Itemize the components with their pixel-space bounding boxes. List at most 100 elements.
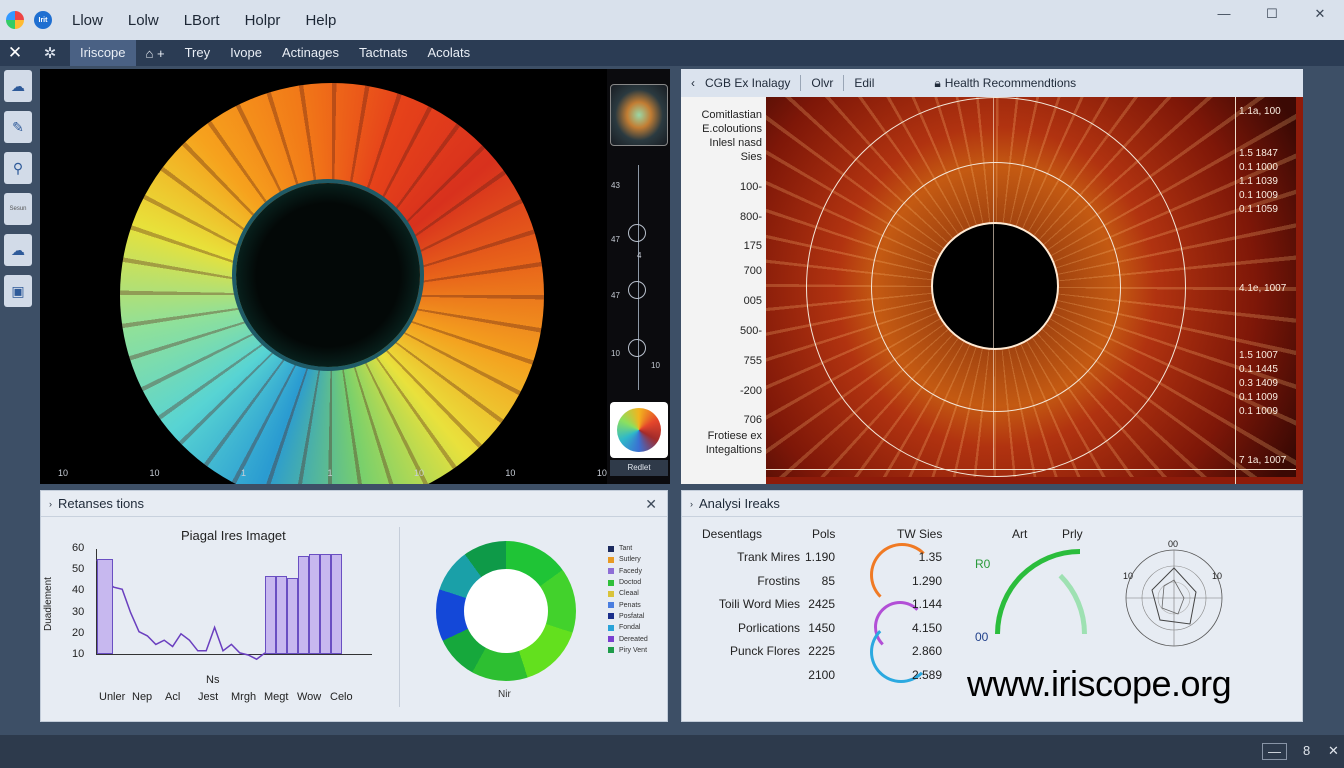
row-value: 1.190 bbox=[804, 550, 835, 564]
row-label: Toili Word Mies bbox=[718, 597, 800, 611]
chart-plot-area bbox=[96, 549, 372, 661]
health-recommendations-link[interactable]: Health Recommendtions bbox=[945, 76, 1076, 90]
y-tick-label: 20 bbox=[72, 626, 85, 639]
bar[interactable] bbox=[287, 577, 298, 654]
menu-item[interactable]: Lolw bbox=[128, 12, 159, 29]
row-value: 4.150 bbox=[911, 620, 942, 635]
legend-item: Penats bbox=[608, 599, 648, 610]
row-value: 2.589 bbox=[911, 667, 942, 682]
row-value: 1.35 bbox=[918, 550, 942, 564]
row-value: 85 bbox=[821, 573, 835, 588]
eye-thumbnail[interactable] bbox=[610, 84, 668, 146]
minimize-panel-button[interactable]: — bbox=[1262, 743, 1287, 760]
legend-item: Fondal bbox=[608, 622, 648, 633]
gauge-label: 00 bbox=[975, 630, 989, 644]
close-icon[interactable]: ✕ bbox=[645, 496, 657, 513]
pen-tool-icon[interactable]: ✎ bbox=[4, 111, 32, 143]
legend-item: Tant bbox=[608, 543, 648, 554]
minimize-button[interactable]: — bbox=[1200, 0, 1248, 28]
bar[interactable] bbox=[265, 575, 276, 654]
panel-header: ‹ CGB Ex Inalagy Olvr Edil 🔒︎ Health Rec… bbox=[681, 69, 1303, 97]
panel-title: Analysi Ireaks bbox=[699, 496, 780, 511]
radar-label: 10 bbox=[1212, 571, 1223, 581]
row-value: 2100 bbox=[808, 667, 835, 682]
column-header: Pols bbox=[812, 527, 836, 541]
lock-icon: 🔒︎ bbox=[934, 75, 941, 90]
x-tick-label: Nep bbox=[132, 691, 153, 703]
menu-item[interactable]: LBort bbox=[184, 12, 220, 29]
legend: Tant Sutlery Facedy Doctod Cleaal Penats… bbox=[608, 543, 648, 656]
cloud-tool-icon[interactable]: ☁ bbox=[4, 70, 32, 102]
iris-axis: 10 10 1 1 10 10 10 bbox=[58, 468, 607, 478]
watermark-url: www.iriscope.org bbox=[967, 663, 1232, 704]
bar[interactable] bbox=[320, 554, 331, 654]
menu-olvr[interactable]: Olvr bbox=[811, 76, 833, 90]
menu-item-help[interactable]: Help bbox=[305, 12, 336, 29]
close-panel-button[interactable]: ✕ bbox=[1328, 743, 1339, 759]
x-tick-label: Wow bbox=[297, 691, 322, 703]
left-toolbar: ☁ ✎ ⚲ Sesun ☁ ▣ bbox=[4, 70, 36, 316]
redlet-button[interactable]: Redlet bbox=[610, 460, 668, 476]
center-line bbox=[993, 97, 994, 469]
y-tick-label: 60 bbox=[72, 542, 85, 554]
link-tool-icon[interactable]: ⚲ bbox=[4, 152, 32, 184]
app-badge: Irit bbox=[34, 11, 52, 29]
row-value: 1.290 bbox=[911, 573, 942, 588]
analysis-panel: › Analysi Ireaks Desentlags Pols TW Sies… bbox=[681, 490, 1303, 722]
color-wheel-thumbnail[interactable] bbox=[610, 402, 668, 458]
thumbnail-strip: 43 47 4 47 10 10 Redlet bbox=[607, 69, 670, 484]
chevron-left-icon[interactable]: ‹ bbox=[691, 76, 695, 90]
row-label: Punck Flores bbox=[729, 644, 800, 658]
tab-actinages[interactable]: Actinages bbox=[272, 40, 349, 66]
lock-icon[interactable]: ▣ bbox=[4, 275, 32, 307]
panel-header: › Retanses tions bbox=[41, 491, 667, 517]
panel-title[interactable]: CGB Ex Inalagy bbox=[705, 76, 790, 90]
donut-chart[interactable] bbox=[436, 541, 576, 681]
marker-ring[interactable] bbox=[628, 339, 646, 357]
y-axis-title: Duadlement bbox=[43, 577, 54, 631]
left-axis-labels: Comitlastian E.coloutions Inlesl nasd Si… bbox=[681, 97, 766, 484]
column-header: Art bbox=[1012, 527, 1028, 541]
x-tick-label: Acl bbox=[165, 691, 181, 703]
tab-bar: ✕ ✲ Iriscope ⌂ + Trey Ivope Actinages Ta… bbox=[0, 40, 1344, 66]
bar[interactable] bbox=[298, 556, 309, 654]
y-tick-label: 40 bbox=[72, 584, 85, 597]
bar[interactable] bbox=[97, 558, 113, 654]
gear-icon[interactable]: ✲ bbox=[30, 44, 70, 62]
chevron-right-icon[interactable]: › bbox=[690, 499, 693, 509]
x-tick-label: Unler bbox=[99, 691, 126, 703]
marker-ring[interactable] bbox=[628, 224, 646, 242]
right-value-labels: 1.1a, 100 1.5 1847 0.1 1000 1.1 1039 0.1… bbox=[1235, 97, 1303, 484]
tab-iriscope[interactable]: Iriscope bbox=[70, 40, 136, 66]
x-tick-label: Celo bbox=[330, 691, 353, 703]
tab-ivope[interactable]: Ivope bbox=[220, 40, 272, 66]
tab-acolats[interactable]: Acolats bbox=[417, 40, 480, 66]
new-tab-icon[interactable]: ⌂ + bbox=[136, 46, 175, 61]
menu-item[interactable]: Holpr bbox=[245, 12, 281, 29]
row-value: 2.860 bbox=[911, 644, 942, 658]
menu-item[interactable]: Llow bbox=[72, 12, 103, 29]
menu-edil[interactable]: Edil bbox=[854, 76, 874, 90]
row-value: 2225 bbox=[808, 644, 835, 658]
measure-tool-icon[interactable]: Sesun bbox=[4, 193, 32, 225]
bar[interactable] bbox=[276, 575, 287, 654]
tab-trey[interactable]: Trey bbox=[175, 40, 221, 66]
column-header: Prly bbox=[1062, 527, 1083, 541]
iris-image-view[interactable]: 10 10 1 1 10 10 10 bbox=[40, 69, 607, 484]
close-window-button[interactable]: ✕ bbox=[1296, 0, 1344, 28]
bar[interactable] bbox=[331, 554, 342, 654]
status-bar: — 8 ✕ bbox=[0, 735, 1344, 768]
bar[interactable] bbox=[309, 554, 320, 654]
window-controls: — ☐ ✕ bbox=[1200, 0, 1344, 28]
chevron-right-icon[interactable]: › bbox=[49, 499, 52, 509]
title-bar: Irit Llow Lolw LBort Holpr Help — ☐ ✕ bbox=[0, 0, 1344, 40]
radar-chart bbox=[1125, 549, 1223, 647]
legend-item: Piry Vent bbox=[608, 645, 648, 656]
cloud-upload-icon[interactable]: ☁ bbox=[4, 234, 32, 266]
iris-zoom-image[interactable] bbox=[766, 97, 1296, 477]
pupil bbox=[236, 183, 420, 367]
marker-ring[interactable] bbox=[628, 281, 646, 299]
close-icon[interactable]: ✕ bbox=[0, 43, 30, 63]
maximize-button[interactable]: ☐ bbox=[1248, 0, 1296, 28]
tab-tactnats[interactable]: Tactnats bbox=[349, 40, 417, 66]
